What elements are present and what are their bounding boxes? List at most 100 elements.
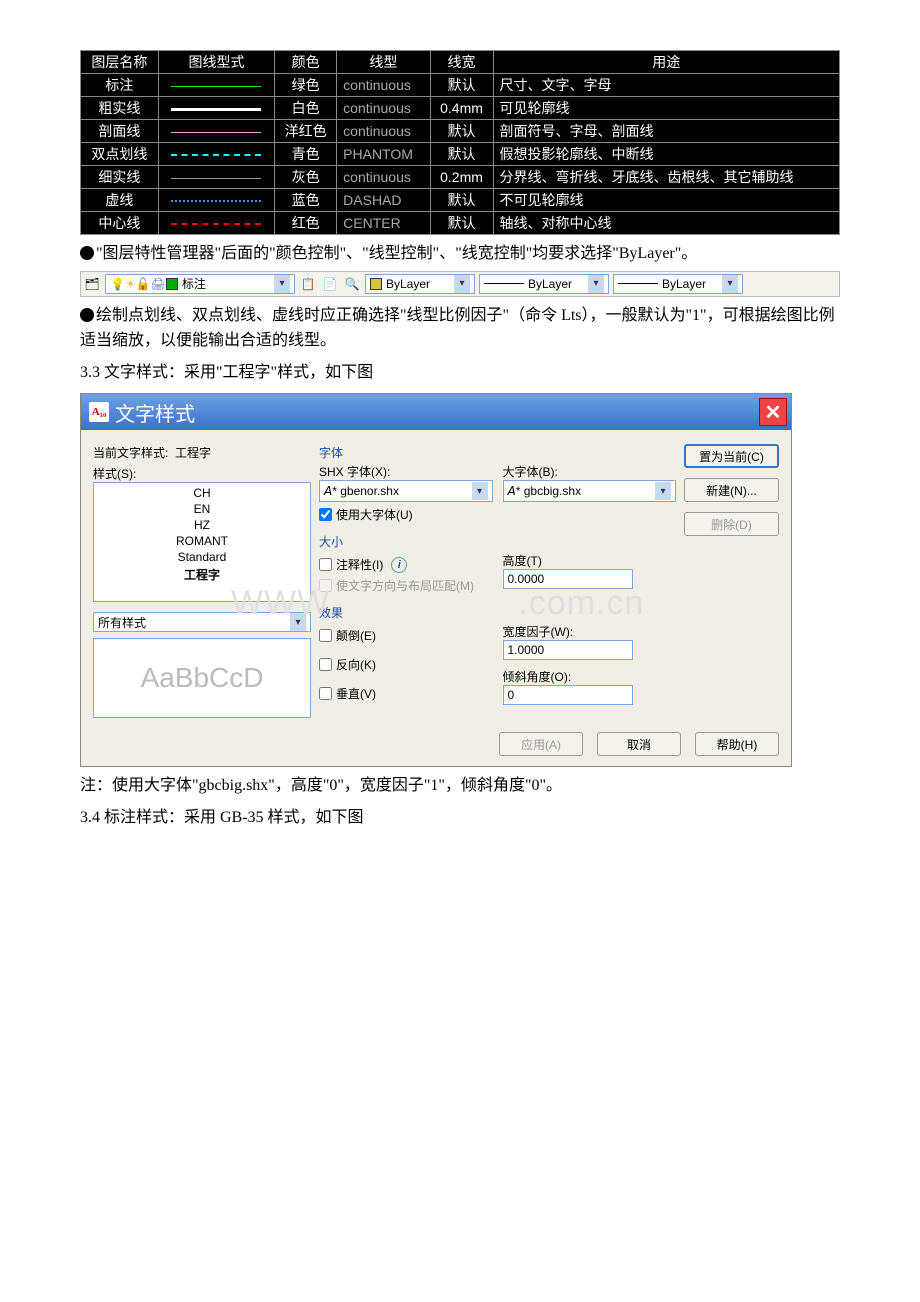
- style-list-item[interactable]: ROMANT: [94, 533, 310, 549]
- layer-name-label: 标注: [182, 275, 206, 292]
- style-list-item[interactable]: EN: [94, 501, 310, 517]
- close-button[interactable]: ✕: [759, 398, 787, 426]
- checkbox-icon[interactable]: [319, 508, 332, 521]
- dialog-titlebar: A₁₀ 文字样式 ✕: [81, 394, 791, 430]
- linetype-combo[interactable]: ByLayer ▾: [479, 274, 609, 294]
- table-row: 剖面线洋红色continuous默认剖面符号、字母、剖面线: [81, 120, 840, 143]
- text-style-dialog: A₁₀ 文字样式 ✕ WWW .com.cn 当前文字样式: 工程字 样式(S)…: [80, 393, 792, 767]
- oblique-label: 倾斜角度(O):: [503, 668, 677, 685]
- apply-button: 应用(A): [499, 732, 583, 756]
- shx-font-value: gbenor.shx: [340, 484, 399, 498]
- font-group-label: 字体: [319, 444, 676, 461]
- linetype-label: ByLayer: [528, 277, 572, 291]
- table-row: 双点划线青色PHANTOM默认假想投影轮廓线、中断线: [81, 143, 840, 166]
- layer-previous-icon[interactable]: 📄: [320, 274, 340, 294]
- table-header: 用途: [493, 51, 840, 74]
- dropdown-icon[interactable]: ▾: [722, 275, 738, 293]
- table-header: 图线型式: [158, 51, 274, 74]
- layer-toolbar: 🗂 💡 ☀ 🔓 🖨 标注 ▾ 📋 📄 🔍 ByLayer ▾ ByLayer ▾…: [80, 271, 840, 297]
- dropdown-icon[interactable]: ▾: [588, 275, 604, 293]
- sun-icon: ☀: [125, 277, 136, 291]
- match-orient-checkbox: 使文字方向与布局匹配(M): [319, 577, 493, 594]
- shx-font-label: SHX 字体(X):: [319, 463, 493, 480]
- table-header: 图层名称: [81, 51, 159, 74]
- vertical-checkbox[interactable]: 垂直(V): [319, 685, 493, 702]
- upside-checkbox[interactable]: 颠倒(E): [319, 627, 493, 644]
- textstyle-icon: A₁₀: [89, 402, 109, 422]
- paragraph-bylayer: "图层特性管理器"后面的"颜色控制"、"线型控制"、"线宽控制"均要求选择"By…: [80, 241, 840, 267]
- shx-font-combo[interactable]: 𝘈* gbenor.shx ▾: [319, 480, 493, 502]
- bigfont-label: 大字体(B):: [503, 463, 677, 480]
- color-swatch-icon: [370, 278, 382, 290]
- table-header: 线型: [337, 51, 430, 74]
- lightbulb-icon: 💡: [110, 277, 125, 291]
- dropdown-icon[interactable]: ▾: [472, 482, 488, 500]
- layer-color-swatch: [166, 278, 178, 290]
- table-row: 虚线蓝色DASHAD默认不可见轮廓线: [81, 189, 840, 212]
- table-row: 粗实线白色continuous0.4mm可见轮廓线: [81, 97, 840, 120]
- line-sample-icon: [484, 283, 524, 284]
- table-header: 线宽: [430, 51, 493, 74]
- color-label: ByLayer: [386, 277, 430, 291]
- dialog-title: 文字样式: [115, 398, 195, 427]
- info-icon[interactable]: i: [391, 557, 407, 573]
- style-list-item[interactable]: 工程字: [94, 565, 310, 584]
- table-row: 标注绿色continuous默认尺寸、文字、字母: [81, 74, 840, 97]
- color-combo[interactable]: ByLayer ▾: [365, 274, 475, 294]
- filter-label: 所有样式: [98, 614, 146, 631]
- table-header: 颜色: [275, 51, 337, 74]
- checkbox-icon[interactable]: [319, 558, 332, 571]
- bigfont-combo[interactable]: 𝘈* gbcbig.shx ▾: [503, 480, 677, 502]
- bullet-icon: [80, 246, 94, 260]
- style-preview: AaBbCcD: [93, 638, 311, 718]
- width-factor-label: 宽度因子(W):: [503, 623, 677, 640]
- checkbox-icon[interactable]: [319, 629, 332, 642]
- layer-states-icon[interactable]: 📋: [298, 274, 318, 294]
- style-filter-combo[interactable]: 所有样式 ▾: [93, 612, 311, 632]
- bigfont-value: gbcbig.shx: [524, 484, 581, 498]
- paragraph-dimstyle-heading: 3.4 标注样式：采用 GB-35 样式，如下图: [80, 805, 840, 831]
- dropdown-icon[interactable]: ▾: [290, 613, 306, 631]
- new-style-button[interactable]: 新建(N)...: [684, 478, 779, 502]
- styles-label: 样式(S):: [93, 465, 311, 482]
- backwards-checkbox[interactable]: 反向(K): [319, 656, 493, 673]
- paragraph-lts: 绘制点划线、双点划线、虚线时应正确选择"线型比例因子"（命令 Lts），一般默认…: [80, 303, 840, 354]
- lock-icon: 🔓: [136, 277, 151, 291]
- style-list-item[interactable]: Standard: [94, 549, 310, 565]
- oblique-input[interactable]: 0: [503, 685, 633, 705]
- layer-combo[interactable]: 💡 ☀ 🔓 🖨 标注 ▾: [105, 274, 295, 294]
- paragraph-textstyle-heading: 3.3 文字样式：采用"工程字"样式，如下图: [80, 360, 840, 386]
- style-listbox[interactable]: CHENHZROMANTStandard工程字: [93, 482, 311, 602]
- style-list-item[interactable]: CH: [94, 485, 310, 501]
- checkbox-icon[interactable]: [319, 658, 332, 671]
- font-icon: 𝘈*: [508, 484, 521, 498]
- dropdown-icon[interactable]: ▾: [454, 275, 470, 293]
- layer-walk-icon[interactable]: 🔍: [342, 274, 362, 294]
- effect-group-label: 效果: [319, 604, 676, 621]
- table-row: 中心线红色CENTER默认轴线、对称中心线: [81, 212, 840, 235]
- annotative-checkbox[interactable]: 注释性(I) i: [319, 556, 493, 573]
- dropdown-icon[interactable]: ▾: [655, 482, 671, 500]
- layer-table: 图层名称图线型式颜色线型线宽用途 标注绿色continuous默认尺寸、文字、字…: [80, 50, 840, 235]
- paragraph-note: 注：使用大字体"gbcbig.shx"，高度"0"，宽度因子"1"，倾斜角度"0…: [80, 773, 840, 799]
- height-label: 高度(T): [503, 552, 677, 569]
- bullet-icon: [80, 308, 94, 322]
- lineweight-label: ByLayer: [662, 277, 706, 291]
- height-input[interactable]: 0.0000: [503, 569, 633, 589]
- font-icon: 𝘈*: [324, 484, 337, 498]
- use-bigfont-checkbox[interactable]: 使用大字体(U): [319, 506, 493, 523]
- style-list-item[interactable]: HZ: [94, 517, 310, 533]
- cancel-button[interactable]: 取消: [597, 732, 681, 756]
- table-row: 细实线灰色continuous0.2mm分界线、弯折线、牙底线、齿根线、其它辅助…: [81, 166, 840, 189]
- dropdown-icon[interactable]: ▾: [274, 275, 290, 293]
- set-current-button[interactable]: 置为当前(C): [684, 444, 779, 468]
- checkbox-icon[interactable]: [319, 687, 332, 700]
- layer-manager-icon[interactable]: 🗂: [82, 274, 102, 294]
- delete-style-button: 删除(D): [684, 512, 779, 536]
- help-button[interactable]: 帮助(H): [695, 732, 779, 756]
- lineweight-combo[interactable]: ByLayer ▾: [613, 274, 743, 294]
- plot-icon: 🖨: [151, 277, 166, 291]
- size-group-label: 大小: [319, 533, 676, 550]
- current-style-row: 当前文字样式: 工程字: [93, 444, 311, 461]
- width-factor-input[interactable]: 1.0000: [503, 640, 633, 660]
